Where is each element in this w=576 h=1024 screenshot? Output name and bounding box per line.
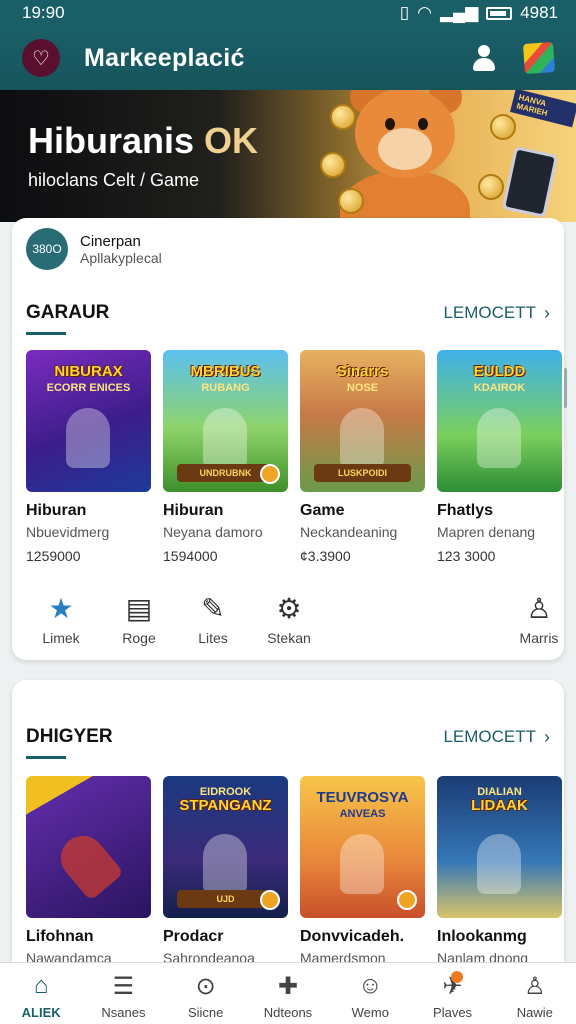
featured-card: 380O Cinerpan Apllakyplecal GARAUR LEMOC… bbox=[12, 218, 564, 660]
nav-wemo[interactable]: ☺ Wemo bbox=[329, 963, 411, 1024]
chevron-right-icon: › bbox=[544, 726, 550, 747]
nav-siicne[interactable]: ⊙ Siicne bbox=[165, 963, 247, 1024]
game-price: 1594000 bbox=[163, 548, 218, 564]
nav-ndteons[interactable]: ✚ Ndteons bbox=[247, 963, 329, 1024]
see-more-link[interactable]: LEMOCETT › bbox=[443, 727, 550, 748]
nav-nawie[interactable]: ♙ Nawie bbox=[494, 963, 576, 1024]
person-icon: ♙ bbox=[526, 592, 552, 624]
status-icons: ▯ ◠ ▂▄▆ 4981 bbox=[400, 3, 558, 23]
nav-aliek[interactable]: ⌂ ALIEK bbox=[0, 963, 82, 1024]
game-desc: Nbuevidmerg bbox=[26, 524, 110, 540]
game-desc: Neckandeaning bbox=[300, 524, 398, 540]
game-name: Hiburan bbox=[163, 502, 224, 519]
publisher-avatar: 380O bbox=[26, 228, 68, 270]
coin-icon bbox=[490, 114, 516, 140]
game-tile[interactable]: EIDROOK STPANGANZ UJD Prodacr Sahrondean… bbox=[163, 776, 288, 966]
publisher-row[interactable]: 380O Cinerpan Apllakyplecal bbox=[26, 228, 162, 270]
game-price: 123 3000 bbox=[437, 548, 496, 564]
game-tile[interactable]: DIALIAN LIDAAK Inlookanmg Nanlam dnong bbox=[437, 776, 562, 966]
game-tile[interactable]: Lifohnan Nawandamca bbox=[26, 776, 151, 966]
game-tile[interactable]: TEUVROSYA ANVEAS Donvvicadeh. Mamerdsmon bbox=[300, 776, 425, 966]
account-icon[interactable] bbox=[470, 44, 498, 72]
phone-image bbox=[501, 146, 559, 218]
profile-icon: ☺ bbox=[358, 972, 383, 999]
section-title: DHIGYER bbox=[26, 726, 113, 759]
quick-actions: ★ Limek ▤ Roge ✎ Lites ⚙ Stekan ♙ Marris bbox=[26, 590, 558, 650]
pen-icon: ✎ bbox=[201, 592, 225, 624]
game-name: Game bbox=[300, 502, 345, 519]
document-icon: ▤ bbox=[125, 592, 153, 624]
battery-icon bbox=[486, 6, 513, 20]
game-tile[interactable]: MBRIBUS RUBANG UNDRUBNK Hiburan Neyana d… bbox=[163, 350, 288, 564]
chevron-right-icon: › bbox=[544, 302, 550, 323]
game-thumbnail: MBRIBUS RUBANG UNDRUBNK bbox=[163, 350, 288, 492]
game-name: Donvvicadeh. bbox=[300, 928, 405, 945]
status-bar: 19:90 ▯ ◠ ▂▄▆ 4981 bbox=[0, 0, 576, 26]
item-grid: NIBURAX ECORR ENICES Hiburan Nbuevidmerg… bbox=[26, 350, 562, 564]
action-stekan[interactable]: ⚙ Stekan bbox=[254, 590, 324, 647]
app-title: Markeeplacić bbox=[84, 43, 245, 72]
battery-level: 4981 bbox=[520, 3, 558, 22]
publisher-name: Cinerpan bbox=[80, 232, 141, 250]
game-tile[interactable]: EULDD KDAIROK Fhatlys Mapren denang 123 … bbox=[437, 350, 562, 564]
action-marris[interactable]: ♙ Marris bbox=[504, 590, 574, 647]
game-thumbnail: EULDD KDAIROK bbox=[437, 350, 562, 492]
coin-icon bbox=[320, 152, 346, 178]
section-header: DHIGYER LEMOCETT › bbox=[26, 726, 550, 759]
plane-icon: ✈ bbox=[442, 971, 464, 1000]
game-desc: Neyana damoro bbox=[163, 524, 263, 540]
bottom-navigation: ⌂ ALIEK ☰ Nsanes ⊙ Siicne ✚ Ndteons ☺ We… bbox=[0, 962, 576, 1024]
section-title: GARAUR bbox=[26, 302, 110, 335]
wifi-icon: ◠ bbox=[417, 3, 432, 22]
settings-icon: ⚙ bbox=[276, 592, 302, 624]
game-name: Lifohnan bbox=[26, 928, 94, 945]
cube-icon[interactable] bbox=[522, 41, 556, 75]
signal-icon: ▂▄▆ bbox=[439, 3, 479, 22]
home-icon: ⌂ bbox=[33, 972, 49, 999]
banner-title: Hiburanis OK bbox=[28, 120, 259, 161]
star-icon: ★ bbox=[48, 592, 74, 624]
second-card: DHIGYER LEMOCETT › Lifohnan Nawandamca E… bbox=[12, 680, 564, 980]
banner-subtitle: hiloclans Celt / Game bbox=[28, 170, 200, 190]
game-thumbnail: NIBURAX ECORR ENICES bbox=[26, 350, 151, 492]
coin-icon bbox=[330, 104, 356, 130]
game-thumbnail: TEUVROSYA ANVEAS bbox=[300, 776, 425, 918]
see-more-link[interactable]: LEMOCETT › bbox=[443, 303, 550, 324]
book-icon: ✚ bbox=[277, 972, 299, 1000]
action-lites[interactable]: ✎ Lites bbox=[178, 590, 248, 647]
game-name: Prodacr bbox=[163, 928, 224, 945]
game-tile[interactable]: Sinarrs NOSE LUSKPOIDI Game Neckandeanin… bbox=[300, 350, 425, 564]
nav-nsanes[interactable]: ☰ Nsanes bbox=[82, 963, 164, 1024]
item-grid: Lifohnan Nawandamca EIDROOK STPANGANZ UJ… bbox=[26, 776, 562, 966]
action-roge[interactable]: ▤ Roge bbox=[104, 590, 174, 647]
list-icon: ☰ bbox=[112, 972, 135, 1000]
game-thumbnail bbox=[26, 776, 151, 918]
vibrate-icon: ▯ bbox=[399, 3, 410, 22]
game-thumbnail: DIALIAN LIDAAK bbox=[437, 776, 562, 918]
game-thumbnail: EIDROOK STPANGANZ UJD bbox=[163, 776, 288, 918]
action-limek[interactable]: ★ Limek bbox=[26, 590, 96, 647]
scrollbar[interactable] bbox=[564, 368, 567, 408]
game-desc: Mapren denang bbox=[437, 524, 536, 540]
section-header: GARAUR LEMOCETT › bbox=[26, 302, 550, 335]
game-name: Inlookanmg bbox=[437, 928, 527, 945]
app-logo-icon[interactable]: ♡ bbox=[22, 39, 60, 77]
game-name: Fhatlys bbox=[437, 502, 494, 519]
promo-tag: HANVA MARIEH bbox=[510, 90, 576, 128]
user-icon: ♙ bbox=[524, 972, 546, 1000]
publisher-subtitle: Apllakyplecal bbox=[80, 249, 162, 266]
coin-icon bbox=[478, 174, 504, 200]
game-price: 1259000 bbox=[26, 548, 81, 564]
nav-plaves[interactable]: ✈ Plaves bbox=[411, 963, 493, 1024]
coin-icon bbox=[338, 188, 364, 214]
game-name: Hiburan bbox=[26, 502, 87, 519]
game-tile[interactable]: NIBURAX ECORR ENICES Hiburan Nbuevidmerg… bbox=[26, 350, 151, 564]
hero-banner[interactable]: Hiburanis OK hiloclans Celt / Game HANVA… bbox=[0, 90, 576, 222]
status-time: 19:90 bbox=[22, 3, 65, 22]
search-icon: ⊙ bbox=[195, 972, 216, 1000]
game-thumbnail: Sinarrs NOSE LUSKPOIDI bbox=[300, 350, 425, 492]
app-bar: ♡ Markeeplacić bbox=[0, 26, 576, 90]
game-price: ¢3.3900 bbox=[300, 548, 351, 564]
